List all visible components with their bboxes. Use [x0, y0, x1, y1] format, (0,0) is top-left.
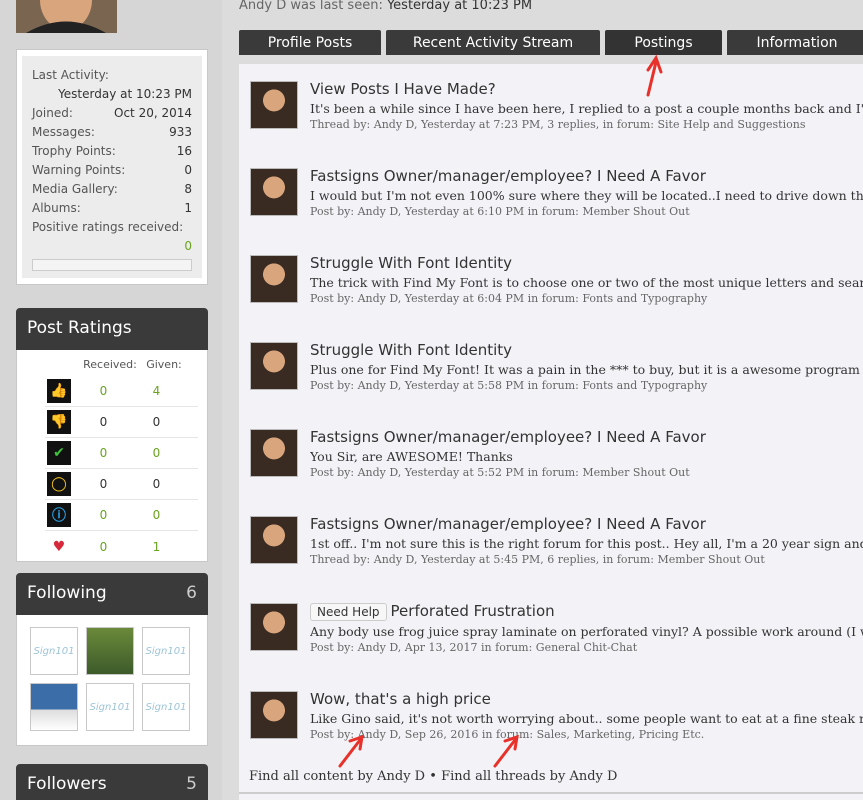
arrow-icon: [493, 734, 519, 768]
arrow-icon: [338, 734, 364, 768]
arrow-icon: [646, 54, 663, 97]
annotation-arrows: [338, 54, 663, 768]
